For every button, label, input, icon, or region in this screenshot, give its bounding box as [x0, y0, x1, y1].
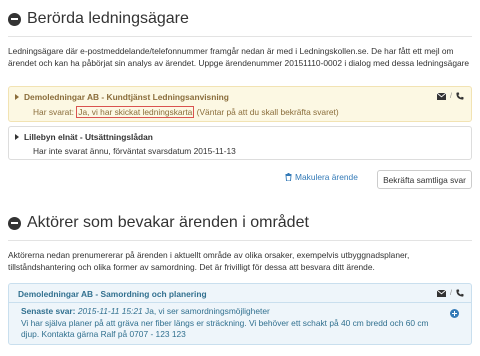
status-prefix: Har svarat: [33, 107, 77, 117]
actor-card-header[interactable]: Demoledningar AB - Samordning och planer… [18, 289, 207, 299]
contact-tools: / [437, 92, 464, 100]
section-title: Berörda ledningsägare [27, 10, 189, 27]
trash-icon [285, 173, 292, 181]
status-suffix: (Väntar på att du skall bekräfta svaret) [194, 107, 339, 117]
card-divider [9, 302, 471, 303]
envelope-icon[interactable] [437, 289, 447, 297]
minus-circle-icon[interactable] [8, 12, 21, 26]
reply-text: Vi har själva planer på att gräva ner fi… [21, 317, 429, 340]
phone-icon[interactable] [456, 289, 464, 297]
section-header-monitoring-actors[interactable]: Aktörer som bevakar ärenden i området [8, 212, 309, 234]
owner-status: Har svarat: Ja, vi har skickat ledningsk… [33, 106, 339, 118]
separator: / [450, 289, 452, 297]
cancel-case-label: Makulera ärende [295, 172, 358, 182]
contact-tools: / [437, 289, 464, 297]
actor-card[interactable]: Demoledningar AB - Samordning och planer… [8, 283, 472, 345]
cancel-case-link[interactable]: Makulera ärende [285, 172, 358, 182]
actor-reply: Senaste svar: 2015-11-11 15:21 Ja, vi se… [21, 306, 441, 341]
reply-summary: Ja, vi ser samordningsmöjligheter [142, 306, 270, 316]
owner-card[interactable]: Demoledningar AB - Kundtjänst Ledningsan… [8, 86, 472, 122]
minus-circle-icon[interactable] [8, 216, 21, 230]
owner-name: Demoledningar AB - Kundtjänst Ledningsan… [24, 92, 229, 102]
caret-right-icon [15, 134, 19, 140]
owner-card[interactable]: Lillebyn elnät - Utsättningslådan Har in… [8, 126, 472, 160]
phone-icon[interactable] [456, 92, 464, 100]
envelope-icon[interactable] [437, 92, 447, 100]
owner-card-header[interactable]: Lillebyn elnät - Utsättningslådan [15, 132, 153, 142]
separator: / [450, 92, 452, 100]
actor-name: Demoledningar AB - Samordning och planer… [18, 289, 207, 299]
status-highlight: Ja, vi har skickat ledningskarta [76, 106, 195, 118]
divider [8, 240, 472, 241]
owner-name: Lillebyn elnät - Utsättningslådan [24, 132, 153, 142]
confirm-all-button[interactable]: Bekräfta samtliga svar [377, 170, 472, 189]
owner-card-header[interactable]: Demoledningar AB - Kundtjänst Ledningsan… [15, 92, 229, 102]
owner-status: Har inte svarat ännu, förväntat svarsdat… [33, 146, 236, 156]
divider [8, 36, 472, 37]
reply-label: Senaste svar: [21, 306, 78, 316]
plus-circle-icon[interactable] [450, 309, 459, 318]
caret-right-icon [15, 94, 19, 100]
section-header-affected-owners[interactable]: Berörda ledningsägare [8, 8, 189, 30]
section-intro: Ledningsägare där e-postmeddelande/telef… [8, 46, 470, 68]
section-intro: Aktörerna nedan prenumererar på ärenden … [8, 250, 410, 272]
reply-timestamp: 2015-11-11 15:21 [77, 306, 143, 316]
section-title: Aktörer som bevakar ärenden i området [27, 214, 309, 231]
